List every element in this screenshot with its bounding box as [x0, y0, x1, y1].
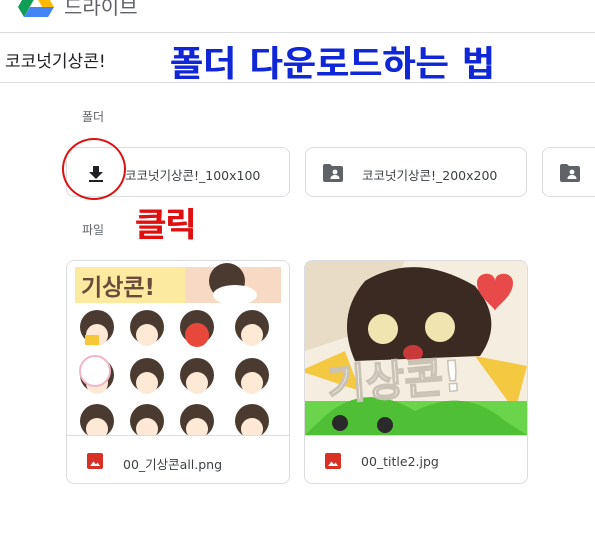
highlight-circle: [62, 138, 126, 200]
section-label-folders: 폴더: [82, 110, 105, 124]
file-thumbnail: 기상콘!: [305, 261, 527, 435]
overlay-title: 폴더 다운로드하는 법: [170, 45, 496, 85]
file-name: 00_title2.jpg: [361, 454, 439, 469]
shared-folder-icon: [560, 164, 580, 182]
folder-card-3[interactable]: [542, 147, 595, 197]
file-footer: 00_기상콘all.png: [67, 435, 289, 483]
file-footer: 00_title2.jpg: [305, 435, 527, 483]
folder-title[interactable]: 코코넛기상콘!: [5, 47, 106, 72]
folder-name: 코코넛기상콘!_200x200: [362, 168, 498, 183]
thumbnail-title: 기상콘!: [325, 351, 465, 411]
image-icon: [325, 453, 341, 469]
file-name: 00_기상콘all.png: [123, 457, 223, 472]
section-label-files: 파일: [82, 223, 105, 237]
folder-name: 코코넛기상콘!_100x100: [125, 168, 261, 183]
file-thumbnail: 기상콘!: [67, 261, 289, 435]
image-icon: [87, 453, 103, 469]
folder-header: 코코넛기상콘! 폴더 다운로드하는 법: [0, 34, 595, 85]
folder-card-200x200[interactable]: 코코넛기상콘!_200x200: [305, 147, 527, 197]
top-bar: 드라이브: [0, 0, 595, 33]
click-annotation: 클릭: [135, 205, 196, 244]
thumbnail-title: 기상콘!: [81, 275, 155, 301]
file-card-all-png[interactable]: 기상콘! 00_기상콘all.png: [66, 260, 290, 484]
file-card-title2-jpg[interactable]: 기상콘! 00_title2.jpg: [304, 260, 528, 484]
shared-folder-icon: [323, 164, 343, 182]
google-drive-logo[interactable]: [18, 0, 54, 18]
app-name[interactable]: 드라이브: [64, 0, 138, 20]
